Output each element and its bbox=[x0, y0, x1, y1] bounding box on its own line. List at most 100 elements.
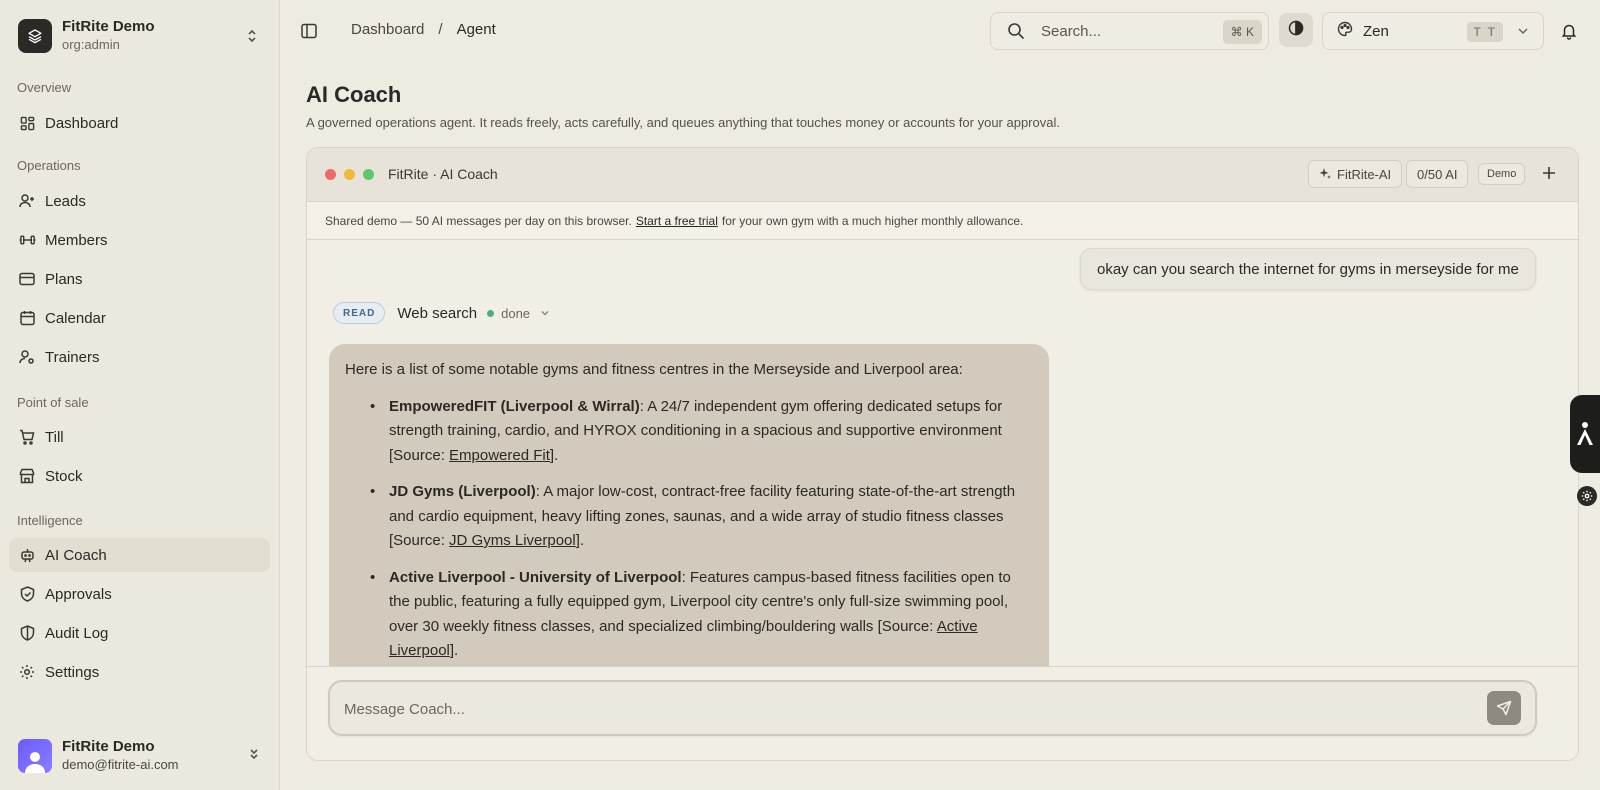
sidebar-item-dashboard[interactable]: Dashboard bbox=[9, 106, 270, 140]
user-email: demo@fitrite-ai.com bbox=[62, 757, 179, 772]
sidebar-item-settings[interactable]: Settings bbox=[9, 655, 270, 689]
theme-select[interactable]: Zen T T bbox=[1322, 12, 1544, 50]
sidebar-toggle-icon[interactable] bbox=[300, 22, 318, 40]
org-role: org:admin bbox=[62, 37, 120, 52]
plus-icon[interactable] bbox=[1542, 164, 1556, 184]
list-item: EmpoweredFIT (Liverpool & Wirral): A 24/… bbox=[370, 395, 1033, 469]
chevron-down-icon[interactable] bbox=[540, 305, 550, 322]
layers-icon bbox=[18, 19, 52, 53]
sidebar-item-label: Leads bbox=[45, 192, 86, 210]
org-switcher[interactable]: FitRite Demo org:admin bbox=[18, 18, 268, 54]
window-dot-red bbox=[325, 169, 336, 180]
sidebar-item-label: Trainers bbox=[45, 348, 100, 366]
user-message: okay can you search the internet for gym… bbox=[1080, 248, 1536, 290]
page-title: AI Coach bbox=[306, 82, 402, 107]
model-label: FitRite-AI bbox=[1337, 166, 1392, 182]
start-trial-link[interactable]: Start a free trial bbox=[636, 214, 718, 228]
source-close: ]. bbox=[549, 446, 559, 464]
list-item: JD Gyms (Liverpool): A major low-cost, c… bbox=[370, 480, 1033, 554]
sidebar-item-till[interactable]: Till bbox=[9, 420, 270, 454]
sidebar-item-label: Approvals bbox=[45, 585, 112, 603]
theme-badge: T T bbox=[1467, 22, 1503, 42]
gear-icon[interactable] bbox=[1577, 486, 1597, 506]
dashboard-grid-icon bbox=[18, 114, 36, 132]
page-subtitle: A governed operations agent. It reads fr… bbox=[306, 115, 1060, 130]
sidebar-item-members[interactable]: Members bbox=[9, 223, 270, 257]
usage-counter: 0/50 AI bbox=[1406, 160, 1469, 188]
sidebar-item-trainers[interactable]: Trainers bbox=[9, 340, 270, 374]
shield-half-icon bbox=[18, 624, 36, 642]
user-name: FitRite Demo bbox=[62, 738, 155, 755]
sidebar-item-label: Stock bbox=[45, 467, 83, 485]
user-cog-icon bbox=[18, 348, 36, 366]
sidebar-item-label: Plans bbox=[45, 270, 83, 288]
sidebar-item-audit-log[interactable]: Audit Log bbox=[9, 616, 270, 650]
sidebar-item-label: Settings bbox=[45, 663, 100, 681]
sidebar-item-label: Dashboard bbox=[45, 114, 119, 132]
theme-toggle-button[interactable] bbox=[1279, 13, 1313, 47]
gym-name: JD Gyms (Liverpool) bbox=[389, 483, 536, 500]
accessibility-icon bbox=[1575, 421, 1595, 447]
gym-name: Active Liverpool - University of Liverpo… bbox=[389, 568, 682, 586]
model-pill[interactable]: FitRite-AI bbox=[1308, 160, 1403, 188]
nav-section-pos: Point of sale bbox=[17, 395, 89, 410]
nav-section-operations: Operations bbox=[17, 158, 81, 173]
tool-name: Web search bbox=[397, 304, 478, 322]
chat-window-title: FitRite · AI Coach bbox=[388, 166, 498, 182]
breadcrumb-dashboard[interactable]: Dashboard bbox=[351, 21, 424, 38]
results-list: EmpoweredFIT (Liverpool & Wirral): A 24/… bbox=[345, 395, 1033, 664]
search-input[interactable] bbox=[1041, 22, 1211, 40]
sidebar-item-ai-coach[interactable]: AI Coach bbox=[9, 538, 270, 572]
chevron-down-icon bbox=[1517, 24, 1529, 41]
status-dot bbox=[487, 309, 495, 317]
gym-name: EmpoweredFIT (Liverpool & Wirral) bbox=[389, 397, 640, 415]
chevrons-up-down-icon[interactable] bbox=[248, 746, 260, 766]
composer bbox=[328, 680, 1537, 736]
sidebar-item-plans[interactable]: Plans bbox=[9, 262, 270, 296]
sidebar-item-label: Calendar bbox=[45, 309, 106, 327]
search-icon bbox=[1007, 22, 1025, 40]
window-dot-yellow bbox=[344, 169, 355, 180]
sidebar-item-label: AI Coach bbox=[45, 546, 107, 564]
nav-section-intelligence: Intelligence bbox=[17, 513, 83, 528]
org-name: FitRite Demo bbox=[62, 18, 155, 35]
read-badge: READ bbox=[333, 302, 386, 324]
sidebar-item-leads[interactable]: Leads bbox=[9, 184, 270, 218]
assistant-message: Here is a list of some notable gyms and … bbox=[329, 344, 1049, 684]
source-link[interactable]: JD Gyms Liverpool bbox=[449, 532, 576, 549]
list-item: Active Liverpool - University of Liverpo… bbox=[370, 566, 1033, 664]
accessibility-tab[interactable] bbox=[1570, 395, 1600, 473]
sidebar-item-label: Till bbox=[45, 428, 64, 446]
sidebar-item-stock[interactable]: Stock bbox=[9, 459, 270, 493]
breadcrumb: Dashboard / Agent bbox=[351, 21, 496, 38]
nav-section-overview: Overview bbox=[17, 80, 72, 95]
shopping-cart-icon bbox=[18, 428, 36, 446]
credit-card-icon bbox=[18, 270, 36, 288]
theme-name: Zen bbox=[1363, 22, 1389, 40]
sidebar-item-calendar[interactable]: Calendar bbox=[9, 301, 270, 335]
dumbbell-icon bbox=[18, 231, 36, 249]
send-button[interactable] bbox=[1487, 691, 1521, 725]
source-link[interactable]: Empowered Fit bbox=[449, 447, 550, 464]
search-box[interactable]: ⌘ K bbox=[990, 12, 1269, 50]
user-menu[interactable]: FitRite Demo demo@fitrite-ai.com bbox=[18, 738, 268, 774]
shield-check-icon bbox=[18, 585, 36, 603]
sidebar: FitRite Demo org:admin Overview Dashboar… bbox=[0, 0, 280, 790]
demo-badge: Demo bbox=[1478, 163, 1526, 185]
tool-status: done bbox=[501, 305, 531, 321]
tool-call[interactable]: READ Web search done bbox=[333, 302, 550, 324]
palette-icon bbox=[1337, 21, 1353, 41]
window-dot-green bbox=[363, 169, 374, 180]
bot-icon bbox=[18, 546, 36, 564]
chat-header: FitRite · AI Coach FitRite-AI 0/50 AI De… bbox=[307, 148, 1578, 202]
bell-icon[interactable] bbox=[1560, 22, 1578, 40]
message-input[interactable] bbox=[344, 697, 1444, 721]
sidebar-item-label: Members bbox=[45, 231, 108, 249]
sidebar-item-approvals[interactable]: Approvals bbox=[9, 577, 270, 611]
chevrons-up-down-icon[interactable] bbox=[244, 26, 260, 46]
usage-banner: Shared demo — 50 AI messages per day on … bbox=[307, 202, 1578, 240]
user-plus-icon bbox=[18, 192, 36, 210]
sidebar-item-label: Audit Log bbox=[45, 624, 109, 642]
gear-icon bbox=[18, 663, 36, 681]
sparkles-icon bbox=[1319, 168, 1331, 180]
